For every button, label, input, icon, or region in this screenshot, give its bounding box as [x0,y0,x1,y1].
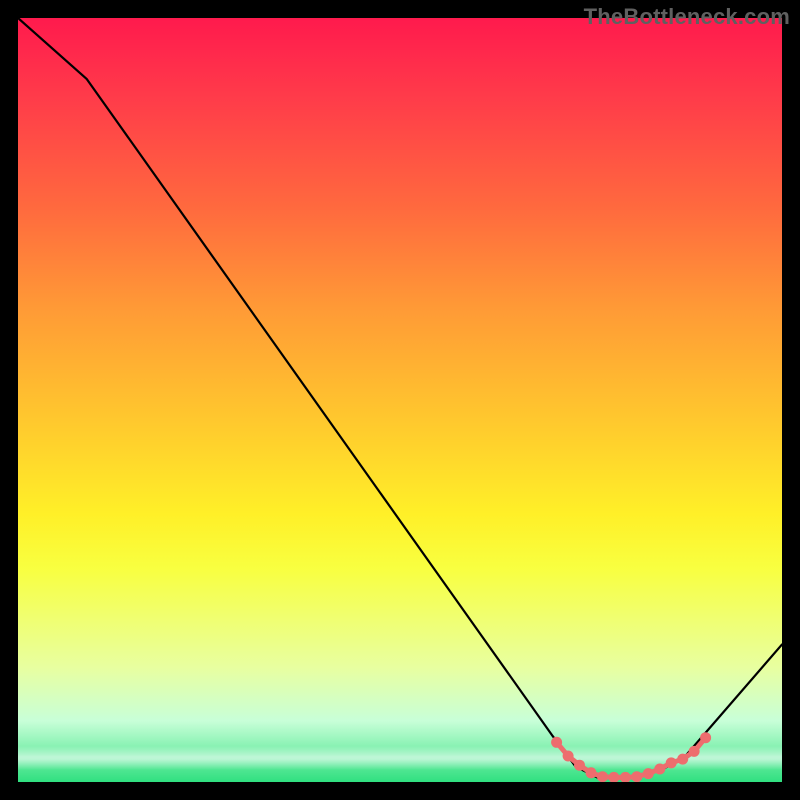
marker-dot [574,760,585,771]
marker-dot [608,772,619,782]
bottleneck-curve-line [18,18,782,778]
marker-dot [586,767,597,778]
curve-svg [18,18,782,782]
marker-dot [631,771,642,782]
marker-dot [597,771,608,782]
marker-dot [666,757,677,768]
marker-dots [551,732,711,782]
marker-dot [700,732,711,743]
marker-dot [551,737,562,748]
marker-dot [654,764,665,775]
plot-area [18,18,782,782]
watermark-label: TheBottleneck.com [584,4,790,30]
marker-dot [620,772,631,782]
marker-dot [677,754,688,765]
marker-dot [563,751,574,762]
marker-dot [689,746,700,757]
marker-dot [643,768,654,779]
chart-frame: TheBottleneck.com [0,0,800,800]
